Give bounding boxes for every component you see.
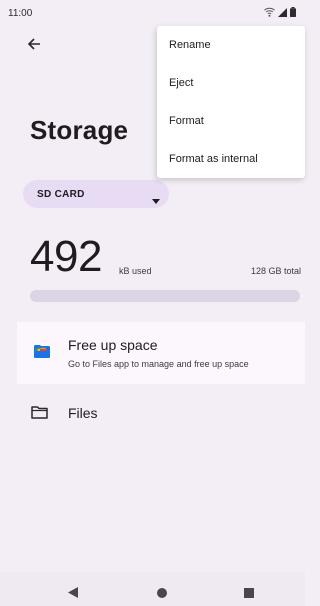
wifi-icon	[264, 7, 275, 17]
menu-item-rename[interactable]: Rename	[157, 26, 305, 64]
folder-icon	[31, 405, 48, 424]
usage-unit: kB used	[119, 266, 152, 276]
menu-item-format-as-internal[interactable]: Format as internal	[157, 140, 305, 178]
battery-icon	[290, 7, 296, 17]
signal-icon	[278, 8, 287, 17]
back-button[interactable]	[22, 34, 46, 58]
overflow-menu: Rename Eject Format Format as internal	[157, 26, 305, 178]
status-icons	[264, 7, 296, 17]
usage-total: 128 GB total	[250, 266, 301, 276]
nav-recents-icon[interactable]	[244, 585, 254, 603]
files-label: Files	[68, 405, 98, 421]
usage-progress-bar	[30, 290, 300, 302]
files-app-icon	[34, 345, 50, 363]
free-up-space-subtitle: Go to Files app to manage and free up sp…	[68, 359, 249, 369]
arrow-left-icon	[27, 37, 41, 56]
volume-selector[interactable]: SD CARD	[23, 180, 169, 208]
nav-home-icon[interactable]	[157, 585, 167, 603]
chevron-down-icon	[152, 191, 160, 209]
navigation-bar	[0, 572, 305, 606]
menu-item-eject[interactable]: Eject	[157, 64, 305, 102]
status-bar: 11:00	[0, 0, 305, 24]
usage-amount: 492	[30, 232, 102, 281]
nav-back-icon[interactable]	[68, 585, 78, 603]
free-up-space-title: Free up space	[68, 337, 158, 353]
menu-item-format[interactable]: Format	[157, 102, 305, 140]
free-up-space-item[interactable]: Free up space Go to Files app to manage …	[17, 322, 305, 384]
storage-screen: 11:00 Storage SD CARD 492 kB used 128 GB…	[0, 0, 305, 606]
files-item[interactable]: Files	[17, 395, 305, 431]
volume-selector-label: SD CARD	[37, 188, 85, 200]
status-time: 11:00	[8, 8, 33, 19]
page-title: Storage	[30, 115, 129, 145]
